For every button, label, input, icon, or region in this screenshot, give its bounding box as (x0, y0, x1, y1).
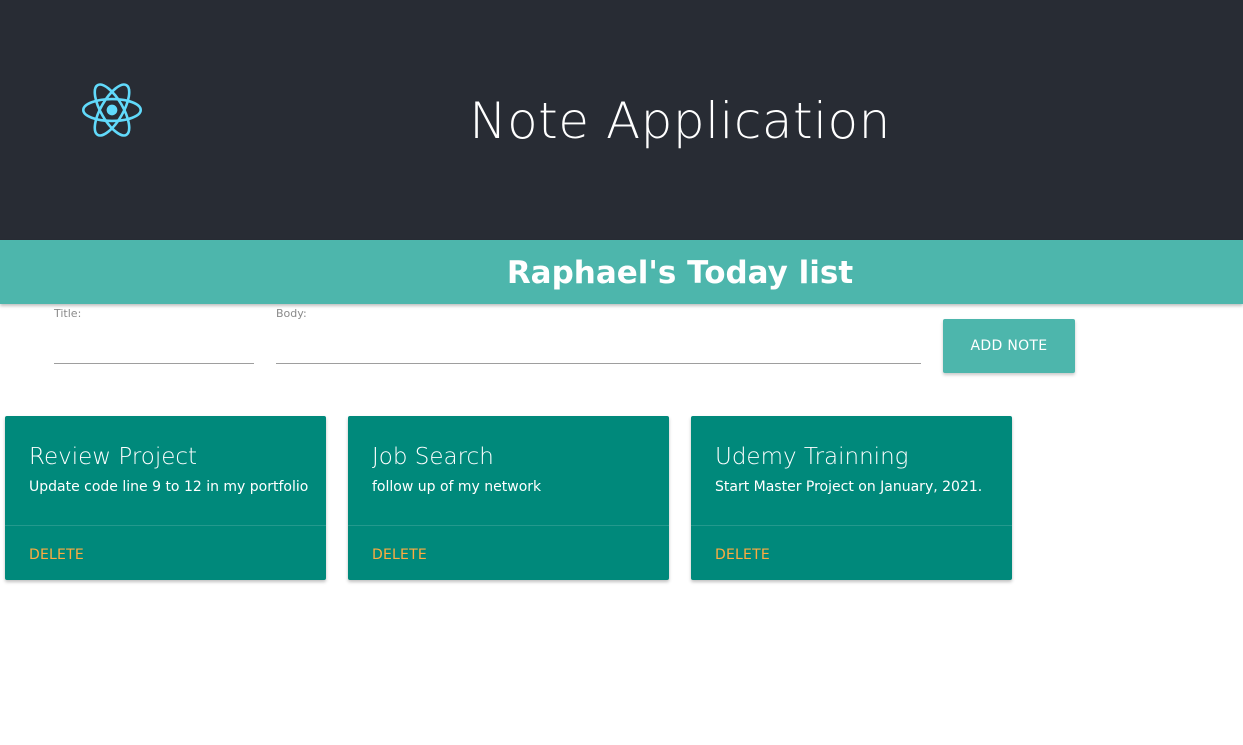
note-title: Udemy Trainning (715, 444, 909, 470)
note-body: follow up of my network (372, 479, 542, 495)
add-note-button[interactable]: ADD NOTE (943, 319, 1075, 373)
list-title: Raphael's Today list (506, 255, 854, 291)
note-card: Job Search follow up of my network DELET… (348, 416, 669, 580)
list-title-bar: Raphael's Today list (0, 240, 1243, 304)
note-title: Job Search (372, 444, 494, 470)
body-input[interactable] (276, 336, 921, 364)
note-card-content: Review Project Update code line 9 to 12 … (5, 416, 326, 526)
app-title: Note Application (469, 92, 891, 150)
note-card-action: DELETE (5, 526, 326, 563)
note-body: Start Master Project on January, 2021. (715, 479, 983, 495)
note-title: Review Project (29, 444, 198, 470)
title-input[interactable] (54, 336, 254, 364)
delete-note-button[interactable]: DELETE (372, 547, 427, 563)
delete-note-button[interactable]: DELETE (715, 547, 770, 563)
delete-note-button[interactable]: DELETE (29, 547, 84, 563)
note-card: Udemy Trainning Start Master Project on … (691, 416, 1012, 580)
body-field-group: Body: (276, 306, 921, 364)
note-card-content: Job Search follow up of my network (348, 416, 669, 526)
note-card-action: DELETE (691, 526, 1012, 563)
body-label: Body: (276, 307, 307, 320)
title-label: Title: (54, 307, 82, 320)
note-body: Update code line 9 to 12 in my portfolio (29, 479, 309, 495)
note-card-content: Udemy Trainning Start Master Project on … (691, 416, 1012, 526)
note-card: Review Project Update code line 9 to 12 … (5, 416, 326, 580)
note-card-action: DELETE (348, 526, 669, 563)
app-header: Note Application (0, 0, 1243, 240)
title-field-group: Title: (54, 306, 254, 364)
